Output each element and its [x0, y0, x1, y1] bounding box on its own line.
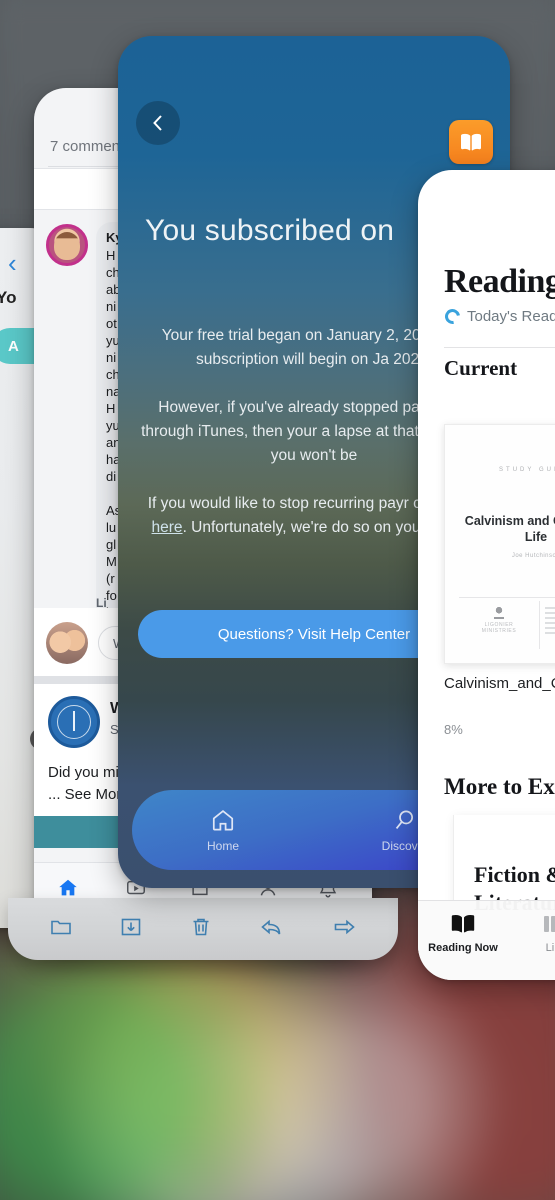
todays-reading-label: Today's Reading [467, 308, 555, 325]
reply-icon[interactable] [259, 915, 285, 944]
search-icon [395, 810, 414, 829]
system-toolbar [8, 898, 398, 960]
back-button[interactable] [136, 101, 180, 145]
library-icon [544, 916, 555, 932]
books-tab-bar: Reading Now Lib [418, 900, 555, 980]
cover-blurb-lines [545, 607, 555, 637]
tab-label: Home [206, 839, 239, 853]
divider [444, 347, 555, 348]
tab-label: Reading Now [428, 942, 498, 954]
download-icon[interactable] [119, 915, 143, 944]
todays-reading-row[interactable]: Today's Reading [442, 306, 555, 327]
book-cover[interactable]: STUDY GUIDE Calvinism and Christian Life… [444, 424, 555, 664]
page-title: You subscribed on [145, 214, 395, 247]
see-more-link[interactable]: ... See Mor [48, 786, 121, 803]
chevron-left-icon[interactable]: ‹ [8, 250, 17, 276]
tab-reading-now[interactable]: Reading Now [418, 913, 508, 954]
chevron-left-icon [153, 115, 162, 131]
page-title: Reading [444, 263, 555, 300]
trash-icon[interactable] [189, 915, 213, 944]
cover-title: Calvinism and Christian Life [464, 514, 555, 544]
section-title-more-to-explore: More to Ex [444, 774, 555, 799]
home-icon [212, 810, 234, 831]
cover-publisher: LIGONIER MINISTRIES [467, 607, 531, 634]
app-card-books[interactable]: Reading Today's Reading Current STUDY GU… [418, 170, 555, 980]
books-app-icon [449, 120, 493, 164]
forward-icon[interactable] [331, 915, 357, 944]
cover-author: Joe Hutchinson [511, 553, 555, 559]
book-progress: 8% [444, 722, 463, 737]
folder-icon[interactable] [49, 915, 73, 944]
tab-library[interactable]: Lib [508, 913, 555, 954]
tab-home[interactable]: Home [132, 807, 314, 853]
post-text: Did you mi [48, 764, 119, 781]
cover-eyebrow: STUDY GUIDE [499, 467, 555, 473]
section-title-current: Current [444, 356, 518, 380]
open-book-icon [451, 915, 475, 933]
page-logo-icon [48, 696, 100, 748]
here-link[interactable]: here [152, 519, 183, 536]
book-filename: Calvinism_and_Ch_Life [444, 675, 555, 692]
app-switcher-screen: ‹ Yo A 7 comments Ky H ch ab ni ot yu ni… [0, 0, 555, 1200]
progress-ring-icon [442, 306, 463, 327]
sliver-title: Yo [0, 288, 17, 307]
avatar [46, 224, 88, 266]
tab-label: Lib [545, 942, 555, 954]
avatar [46, 622, 88, 664]
